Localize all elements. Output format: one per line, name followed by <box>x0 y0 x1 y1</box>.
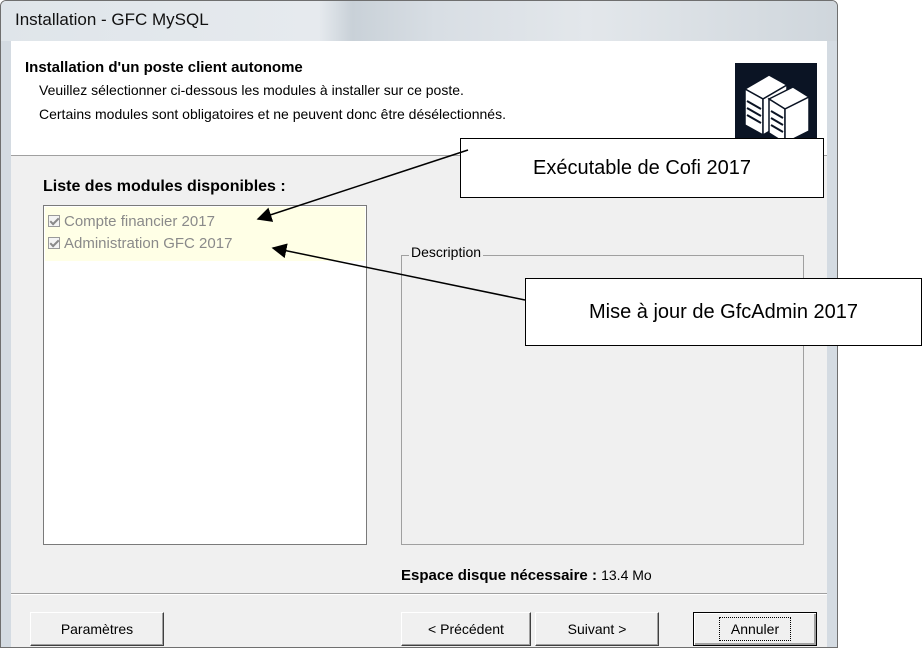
arrow-to-administration-gfc <box>271 243 526 301</box>
callout-arrows <box>256 149 526 301</box>
arrow-to-compte-financier <box>256 149 469 222</box>
